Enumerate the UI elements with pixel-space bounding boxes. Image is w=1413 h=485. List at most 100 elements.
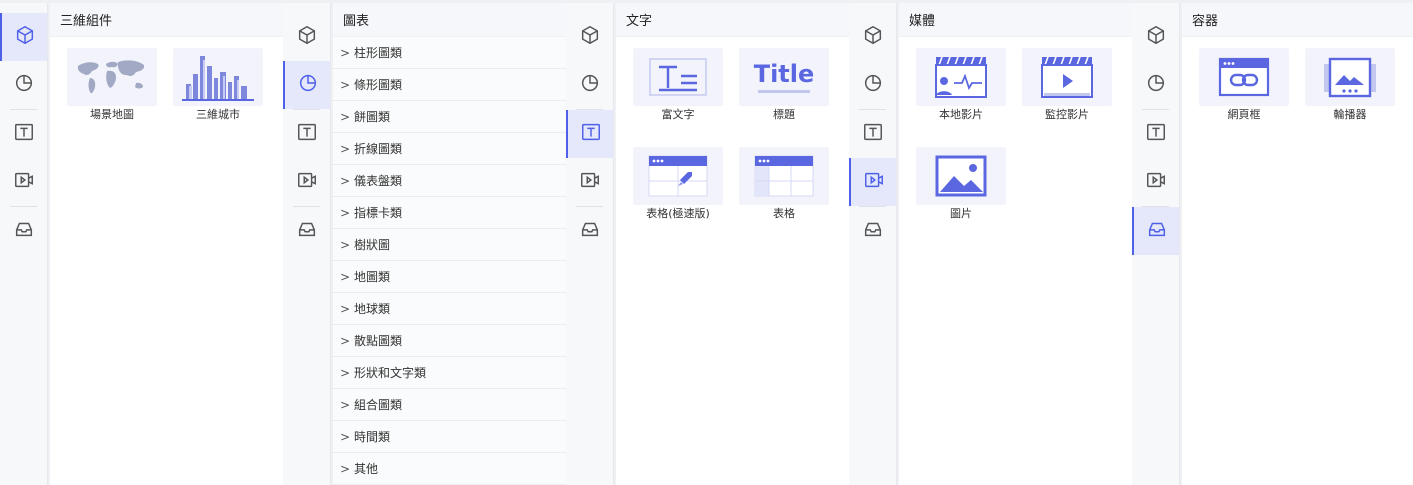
pie-chart-icon bbox=[579, 72, 601, 98]
chevron-right-icon: > bbox=[340, 109, 351, 124]
component-label: 場景地圖 bbox=[90, 108, 134, 121]
rail-item-media[interactable] bbox=[283, 158, 330, 206]
rail-item-text[interactable] bbox=[0, 110, 47, 158]
video-icon bbox=[579, 169, 601, 195]
chart-category[interactable]: > 地圖類 bbox=[333, 261, 566, 293]
rail-item-container[interactable] bbox=[849, 207, 896, 255]
image-icon bbox=[916, 147, 1006, 205]
component-table[interactable]: 表格 bbox=[738, 147, 830, 221]
panel-title: 容器 bbox=[1182, 3, 1413, 37]
monitor-video-icon bbox=[1022, 48, 1112, 106]
rail-item-media[interactable] bbox=[849, 158, 896, 206]
panel-title: 文字 bbox=[616, 3, 849, 37]
cube-icon bbox=[296, 24, 318, 50]
component-monitor-video[interactable]: 監控影片 bbox=[1021, 48, 1113, 122]
rail-item-text[interactable] bbox=[283, 110, 330, 158]
category-label: 地球類 bbox=[354, 302, 391, 316]
chart-category[interactable]: > 其他 bbox=[333, 453, 566, 485]
category-label: 柱形圖類 bbox=[354, 46, 403, 60]
video-icon bbox=[1145, 169, 1167, 195]
component-carousel[interactable]: 輪播器 bbox=[1304, 48, 1396, 122]
rail-item-text[interactable] bbox=[566, 110, 613, 158]
local-video-icon bbox=[916, 48, 1006, 106]
component-scene-map[interactable]: 場景地圖 bbox=[66, 48, 158, 122]
chevron-right-icon: > bbox=[340, 429, 351, 444]
component-image[interactable]: 圖片 bbox=[915, 147, 1007, 221]
rail-item-media[interactable] bbox=[566, 158, 613, 206]
rail-item-3d[interactable] bbox=[1132, 13, 1179, 61]
rail-item-chart[interactable] bbox=[849, 61, 896, 109]
cube-icon bbox=[1145, 24, 1167, 50]
chevron-right-icon: > bbox=[340, 301, 351, 316]
pie-chart-icon bbox=[1145, 72, 1167, 98]
rail-item-3d[interactable] bbox=[849, 13, 896, 61]
chart-category[interactable]: > 條形圖類 bbox=[333, 69, 566, 101]
text-box-icon bbox=[296, 121, 318, 147]
chart-category[interactable]: > 散點圖類 bbox=[333, 325, 566, 357]
rail-item-container[interactable] bbox=[566, 207, 613, 255]
video-icon bbox=[13, 169, 35, 195]
chart-category[interactable]: > 時間類 bbox=[333, 421, 566, 453]
chevron-right-icon: > bbox=[340, 461, 351, 476]
component-rich-text[interactable]: 富文字 bbox=[632, 48, 724, 122]
rail-item-text[interactable] bbox=[1132, 110, 1179, 158]
chart-category[interactable]: > 餅圖類 bbox=[333, 101, 566, 133]
rail-item-chart[interactable] bbox=[0, 61, 47, 109]
panel-media: 媒體 本地影片 監控影片 圖片 bbox=[849, 3, 1132, 485]
rail-item-container[interactable] bbox=[283, 207, 330, 255]
panel-content: 容器 網頁框 輪播器 bbox=[1182, 3, 1413, 485]
chart-category[interactable]: > 組合圖類 bbox=[333, 389, 566, 421]
category-label: 餅圖類 bbox=[354, 110, 391, 124]
category-label: 時間類 bbox=[354, 430, 391, 444]
rail-item-container[interactable] bbox=[1132, 207, 1179, 255]
chevron-right-icon: > bbox=[340, 77, 351, 92]
panel-3d-components: 三維組件 場景地圖 三維城市 bbox=[0, 3, 283, 485]
inbox-icon bbox=[13, 218, 35, 244]
panel-title: 媒體 bbox=[899, 3, 1132, 37]
inbox-icon bbox=[1146, 218, 1168, 244]
rail-item-media[interactable] bbox=[0, 158, 47, 206]
city-skyline-thumbnail bbox=[173, 48, 263, 106]
inbox-icon bbox=[296, 218, 318, 244]
chart-category[interactable]: > 地球類 bbox=[333, 293, 566, 325]
rail-item-media[interactable] bbox=[1132, 158, 1179, 206]
component-3d-city[interactable]: 三維城市 bbox=[172, 48, 264, 122]
category-label: 地圖類 bbox=[354, 270, 391, 284]
chart-category[interactable]: > 柱形圖類 bbox=[333, 37, 566, 69]
panel-content: 媒體 本地影片 監控影片 圖片 bbox=[899, 3, 1132, 485]
component-title[interactable]: Title 標題 bbox=[738, 48, 830, 122]
chart-category[interactable]: > 儀表盤類 bbox=[333, 165, 566, 197]
category-label: 指標卡類 bbox=[354, 206, 403, 220]
component-label: 網頁框 bbox=[1227, 108, 1261, 121]
component-local-video[interactable]: 本地影片 bbox=[915, 48, 1007, 122]
chevron-right-icon: > bbox=[340, 333, 351, 348]
chart-category[interactable]: > 折線圖類 bbox=[333, 133, 566, 165]
chart-category[interactable]: > 指標卡類 bbox=[333, 197, 566, 229]
chevron-right-icon: > bbox=[340, 141, 351, 156]
video-icon bbox=[863, 169, 885, 195]
rail-item-text[interactable] bbox=[849, 110, 896, 158]
rail-item-3d[interactable] bbox=[566, 13, 613, 61]
side-rail bbox=[566, 3, 614, 485]
rail-item-3d[interactable] bbox=[283, 13, 330, 61]
component-fast-table[interactable]: 表格(極速版) bbox=[632, 147, 724, 221]
rail-item-container[interactable] bbox=[0, 207, 47, 255]
panel-title: 圖表 bbox=[333, 3, 566, 37]
rail-item-3d[interactable] bbox=[0, 13, 47, 61]
chevron-right-icon: > bbox=[340, 173, 351, 188]
category-label: 儀表盤類 bbox=[354, 174, 403, 188]
rail-item-chart[interactable] bbox=[1132, 61, 1179, 109]
component-label: 標題 bbox=[773, 108, 795, 121]
title-underline bbox=[758, 90, 810, 93]
fast-table-icon bbox=[633, 147, 723, 205]
rail-item-chart[interactable] bbox=[566, 61, 613, 109]
title-text-icon: Title bbox=[739, 48, 829, 106]
category-label: 散點圖類 bbox=[354, 334, 403, 348]
rail-item-chart[interactable] bbox=[283, 61, 330, 109]
component-label: 監控影片 bbox=[1045, 108, 1089, 121]
side-rail bbox=[849, 3, 897, 485]
chart-category[interactable]: > 樹狀圖 bbox=[333, 229, 566, 261]
category-label: 條形圖類 bbox=[354, 78, 403, 92]
component-iframe[interactable]: 網頁框 bbox=[1198, 48, 1290, 122]
chart-category[interactable]: > 形狀和文字類 bbox=[333, 357, 566, 389]
